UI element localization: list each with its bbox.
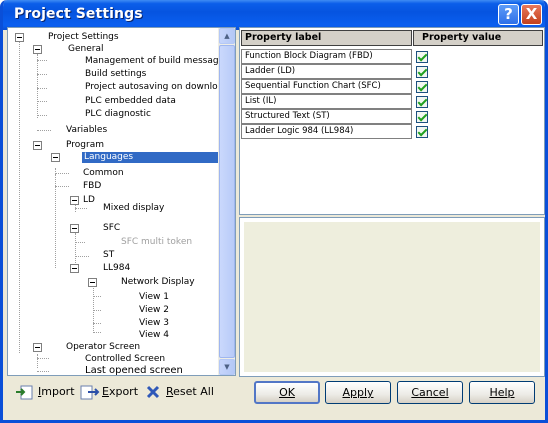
tree-sfc[interactable]: SFC xyxy=(103,223,120,234)
checkbox-il[interactable] xyxy=(416,96,428,108)
tree-view-2[interactable]: View 2 xyxy=(139,305,169,316)
tree-view-4[interactable]: View 4 xyxy=(139,330,169,341)
tree-mixed-display[interactable]: Mixed display xyxy=(103,203,164,214)
project-settings-window: Project Settings ? X Project Settings Ge… xyxy=(0,0,548,423)
collapse-toggle[interactable] xyxy=(70,264,79,273)
tree-st[interactable]: ST xyxy=(103,250,114,261)
property-grid: Property label Property value Function B… xyxy=(239,27,545,215)
cancel-button[interactable]: Cancel xyxy=(397,381,463,404)
export-button[interactable]: Export xyxy=(102,383,138,401)
tree-program[interactable]: Program xyxy=(66,140,104,151)
ok-button[interactable]: OK xyxy=(254,381,320,404)
tree-last-opened-screen[interactable]: Last opened screen xyxy=(85,365,183,375)
scroll-down-button[interactable]: ▼ xyxy=(219,359,235,375)
description-area xyxy=(244,222,540,372)
checkbox-ll984[interactable] xyxy=(416,126,428,138)
checkbox-sfc[interactable] xyxy=(416,81,428,93)
collapse-toggle[interactable] xyxy=(70,196,79,205)
collapse-toggle[interactable] xyxy=(33,141,42,150)
property-label: Ladder Logic 984 (LL984) xyxy=(241,124,412,139)
collapse-toggle[interactable] xyxy=(51,153,60,162)
scroll-up-button[interactable]: ▲ xyxy=(219,28,235,44)
tree-ll984[interactable]: LL984 xyxy=(103,263,130,274)
tree-sfc-multi-token: SFC multi token xyxy=(121,237,193,247)
property-label: Function Block Diagram (FBD) xyxy=(241,49,412,64)
col-header-value: Property value xyxy=(413,30,543,46)
checkbox-fbd[interactable] xyxy=(416,51,428,63)
tree-view-1[interactable]: View 1 xyxy=(139,292,169,303)
tree-controlled-screen[interactable]: Controlled Screen xyxy=(85,354,165,365)
help-title-button[interactable]: ? xyxy=(498,4,519,25)
import-icon[interactable] xyxy=(15,383,35,401)
collapse-toggle[interactable] xyxy=(88,278,97,287)
tree-operator-screen[interactable]: Operator Screen xyxy=(66,342,140,353)
apply-button[interactable]: Apply xyxy=(325,381,391,404)
tree-general[interactable]: General xyxy=(68,44,103,55)
tree-item-autosaving[interactable]: Project autosaving on download xyxy=(85,82,229,93)
help-button[interactable]: Help xyxy=(469,381,535,404)
settings-tree[interactable]: Project Settings General Management of b… xyxy=(7,27,236,376)
title-bar[interactable]: Project Settings ? X xyxy=(3,0,545,30)
reset-icon[interactable] xyxy=(145,384,161,400)
scroll-thumb[interactable] xyxy=(219,45,235,358)
tree-ld[interactable]: LD xyxy=(83,195,95,206)
collapse-toggle[interactable] xyxy=(33,45,42,54)
tree-root[interactable]: Project Settings xyxy=(48,32,119,43)
tree-common[interactable]: Common xyxy=(83,168,124,179)
window-title: Project Settings xyxy=(14,6,143,22)
tree-item-plc-diagnostic[interactable]: PLC diagnostic xyxy=(85,109,151,120)
tree-scrollbar[interactable]: ▲ ▼ xyxy=(218,28,235,375)
collapse-toggle[interactable] xyxy=(70,224,79,233)
reset-all-button[interactable]: Reset All xyxy=(166,383,214,401)
checkbox-st[interactable] xyxy=(416,111,428,123)
close-button[interactable]: X xyxy=(521,4,542,25)
collapse-toggle[interactable] xyxy=(15,33,24,42)
tree-view-3[interactable]: View 3 xyxy=(139,318,169,329)
property-label: Structured Text (ST) xyxy=(241,109,412,124)
tree-network-display[interactable]: Network Display xyxy=(121,277,195,288)
col-header-label: Property label xyxy=(241,30,412,46)
description-panel xyxy=(239,217,545,377)
import-button[interactable]: Import xyxy=(38,383,75,401)
property-label: Sequential Function Chart (SFC) xyxy=(241,79,412,94)
tree-variables[interactable]: Variables xyxy=(66,125,107,136)
tree-item-build-messages[interactable]: Management of build messages xyxy=(85,56,229,67)
collapse-toggle[interactable] xyxy=(33,343,42,352)
property-label: Ladder (LD) xyxy=(241,64,412,79)
export-icon[interactable] xyxy=(80,383,100,401)
tree-item-build-settings[interactable]: Build settings xyxy=(85,69,146,80)
tree-fbd[interactable]: FBD xyxy=(83,181,101,192)
tree-item-embedded-data[interactable]: PLC embedded data xyxy=(85,96,176,107)
checkbox-ld[interactable] xyxy=(416,66,428,78)
property-label: List (IL) xyxy=(241,94,412,109)
tree-languages-selected[interactable]: Languages xyxy=(82,152,222,163)
